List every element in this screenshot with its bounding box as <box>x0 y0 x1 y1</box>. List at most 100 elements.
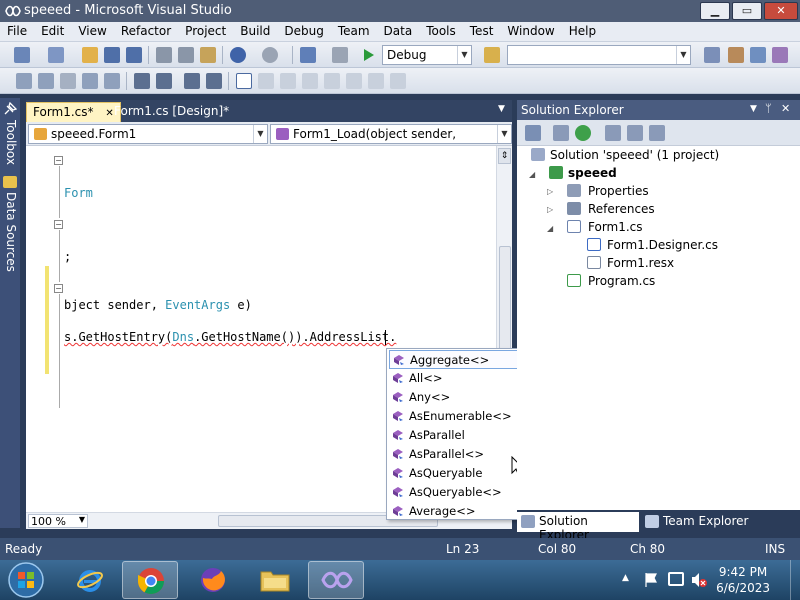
menu-refactor[interactable]: Refactor <box>114 22 178 41</box>
properties-window-icon[interactable] <box>728 47 744 63</box>
next-bookmark-doc-icon[interactable] <box>368 73 384 89</box>
save-icon[interactable] <box>104 47 120 63</box>
complete-word-icon[interactable] <box>82 73 98 89</box>
uncomment-icon[interactable] <box>206 73 222 89</box>
collapsed-arrow-icon[interactable]: ▷ <box>547 187 553 196</box>
taskbar-visual-studio[interactable] <box>308 561 364 599</box>
data-sources-tab[interactable]: Data Sources <box>2 192 18 272</box>
collapsed-arrow-icon[interactable]: ▷ <box>547 205 553 214</box>
close-icon[interactable]: ✕ <box>781 102 790 115</box>
solution-config-combo[interactable]: Debug ▼ <box>382 45 472 65</box>
tree-node-resx[interactable]: Form1.resx <box>607 256 674 270</box>
member-list-icon[interactable] <box>16 73 32 89</box>
tree-node-properties[interactable]: Properties <box>588 184 649 198</box>
properties-icon[interactable] <box>525 125 541 141</box>
outline-collapse-icon[interactable]: − <box>54 156 63 165</box>
menu-file[interactable]: File <box>0 22 34 41</box>
previous-bookmark-icon[interactable] <box>258 73 274 89</box>
menu-help[interactable]: Help <box>562 22 603 41</box>
volume-muted-icon[interactable] <box>690 571 708 589</box>
system-clock[interactable]: 9:42 PM 6/6/2023 <box>716 564 770 596</box>
view-designer-icon[interactable] <box>627 125 643 141</box>
previous-bookmark-doc-icon[interactable] <box>346 73 362 89</box>
start-button-icon[interactable] <box>6 561 46 599</box>
view-class-diagram-icon[interactable] <box>649 125 665 141</box>
outline-collapse-icon[interactable]: − <box>54 220 63 229</box>
tab-team-explorer[interactable]: Team Explorer <box>641 512 753 532</box>
tree-node-form1[interactable]: Form1.cs <box>588 220 643 234</box>
undo-icon[interactable] <box>230 47 246 63</box>
chevron-down-icon[interactable]: ▼ <box>498 104 505 114</box>
show-hidden-icons[interactable]: ▲ <box>622 573 629 583</box>
outline-collapse-icon[interactable]: − <box>54 284 63 293</box>
menu-edit[interactable]: Edit <box>34 22 71 41</box>
taskbar-firefox[interactable] <box>186 561 242 599</box>
save-all-icon[interactable] <box>126 47 142 63</box>
maximize-button[interactable]: ▭ <box>732 2 762 20</box>
redo-icon[interactable] <box>262 47 278 63</box>
outdent-icon[interactable] <box>134 73 150 89</box>
taskbar-internet-explorer[interactable] <box>62 561 118 599</box>
menu-project[interactable]: Project <box>178 22 233 41</box>
tab-form1-cs[interactable]: Form1.cs* ✕ <box>26 102 121 122</box>
previous-bookmark-folder-icon[interactable] <box>302 73 318 89</box>
close-button[interactable]: ✕ <box>764 2 798 20</box>
view-code-icon[interactable] <box>605 125 621 141</box>
taskbar-file-explorer[interactable] <box>248 561 304 599</box>
tab-form1-design[interactable]: Form1.cs [Design]* <box>108 102 235 122</box>
find-in-files-icon[interactable] <box>484 47 500 63</box>
menu-window[interactable]: Window <box>500 22 561 41</box>
action-center-flag-icon[interactable] <box>644 572 658 588</box>
tree-node-project[interactable]: speeed <box>568 166 617 180</box>
menu-build[interactable]: Build <box>233 22 277 41</box>
cut-icon[interactable] <box>156 47 172 63</box>
toolbox-tab[interactable]: Toolbox <box>2 120 18 165</box>
next-bookmark-folder-icon[interactable] <box>324 73 340 89</box>
object-browser-icon[interactable] <box>750 47 766 63</box>
pin-icon[interactable]: ᛘ <box>765 102 772 115</box>
parameter-info-icon[interactable] <box>38 73 54 89</box>
navigate-backward-icon[interactable] <box>300 47 316 63</box>
find-combo[interactable]: ▼ <box>507 45 691 65</box>
split-icon[interactable]: ⇕ <box>498 148 511 164</box>
paste-icon[interactable] <box>200 47 216 63</box>
quick-info-icon[interactable] <box>60 73 76 89</box>
expanded-arrow-icon[interactable]: ◢ <box>529 170 535 179</box>
bookmark-icon[interactable] <box>104 73 120 89</box>
next-bookmark-icon[interactable] <box>280 73 296 89</box>
menu-debug[interactable]: Debug <box>277 22 330 41</box>
zoom-combo[interactable]: 100 % ▼ <box>28 514 88 528</box>
toggle-bookmark-icon[interactable] <box>236 73 252 89</box>
start-debugging-icon[interactable] <box>360 47 376 63</box>
toolbox-icon[interactable] <box>772 47 788 63</box>
member-combo[interactable]: Form1_Load(object sender, EventArgs ▼ <box>270 124 512 144</box>
new-project-icon[interactable] <box>14 47 30 63</box>
taskbar-chrome[interactable] <box>122 561 178 599</box>
menu-view[interactable]: View <box>71 22 113 41</box>
tree-node-references[interactable]: References <box>588 202 655 216</box>
add-item-icon[interactable] <box>48 47 64 63</box>
minimize-button[interactable]: ▁ <box>700 2 730 20</box>
clear-bookmarks-icon[interactable] <box>390 73 406 89</box>
indent-icon[interactable] <box>156 73 172 89</box>
show-all-files-icon[interactable] <box>553 125 569 141</box>
menu-test[interactable]: Test <box>463 22 501 41</box>
refresh-icon[interactable] <box>575 125 591 141</box>
expanded-arrow-icon[interactable]: ◢ <box>547 224 553 233</box>
tree-node-program[interactable]: Program.cs <box>588 274 655 288</box>
tree-node-designer[interactable]: Form1.Designer.cs <box>607 238 718 252</box>
navigate-forward-icon[interactable] <box>332 47 348 63</box>
show-desktop-button[interactable] <box>790 560 800 600</box>
open-folder-icon[interactable] <box>82 47 98 63</box>
tree-node-solution[interactable]: Solution 'speeed' (1 project) <box>550 148 719 162</box>
solution-explorer-icon[interactable] <box>704 47 720 63</box>
pin-icon[interactable] <box>3 102 17 116</box>
copy-icon[interactable] <box>178 47 194 63</box>
tab-solution-explorer[interactable]: Solution Explorer <box>517 512 639 542</box>
network-icon[interactable] <box>668 572 684 586</box>
menu-data[interactable]: Data <box>377 22 420 41</box>
chevron-down-icon[interactable]: ▼ <box>750 104 757 114</box>
menu-tools[interactable]: Tools <box>419 22 463 41</box>
class-combo[interactable]: speeed.Form1 ▼ <box>28 124 268 144</box>
menu-team[interactable]: Team <box>331 22 377 41</box>
